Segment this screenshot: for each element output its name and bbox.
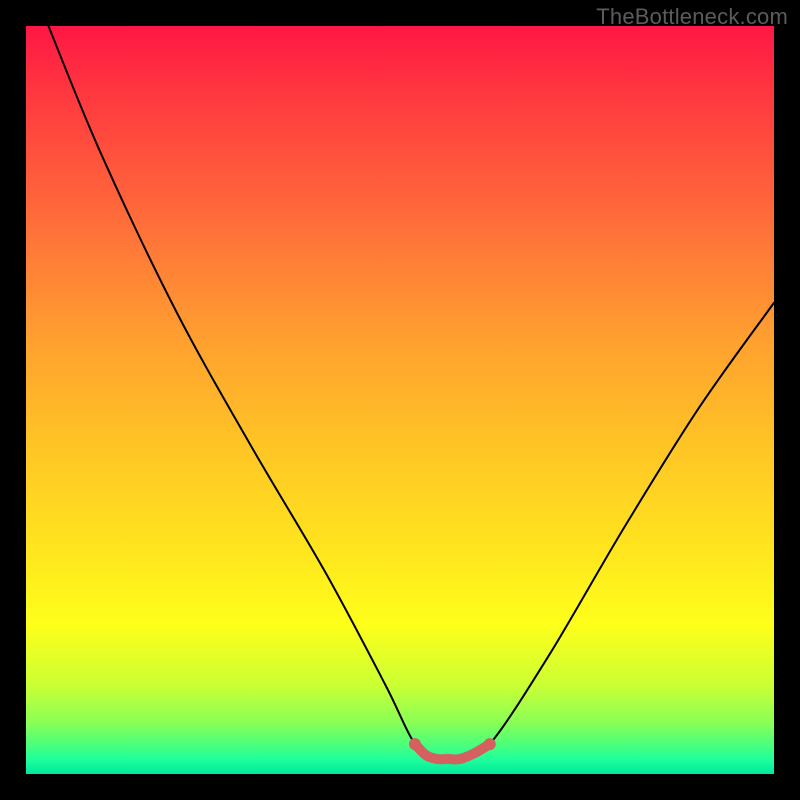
plot-area — [26, 26, 774, 774]
chart-svg — [26, 26, 774, 774]
series-highlight-segment — [415, 744, 490, 759]
highlight-endpoint — [409, 738, 421, 750]
attribution-label: TheBottleneck.com — [596, 4, 788, 30]
highlight-endpoint — [484, 738, 496, 750]
curve-group — [48, 26, 774, 761]
series-curve — [48, 26, 774, 761]
chart-frame: TheBottleneck.com — [0, 0, 800, 800]
